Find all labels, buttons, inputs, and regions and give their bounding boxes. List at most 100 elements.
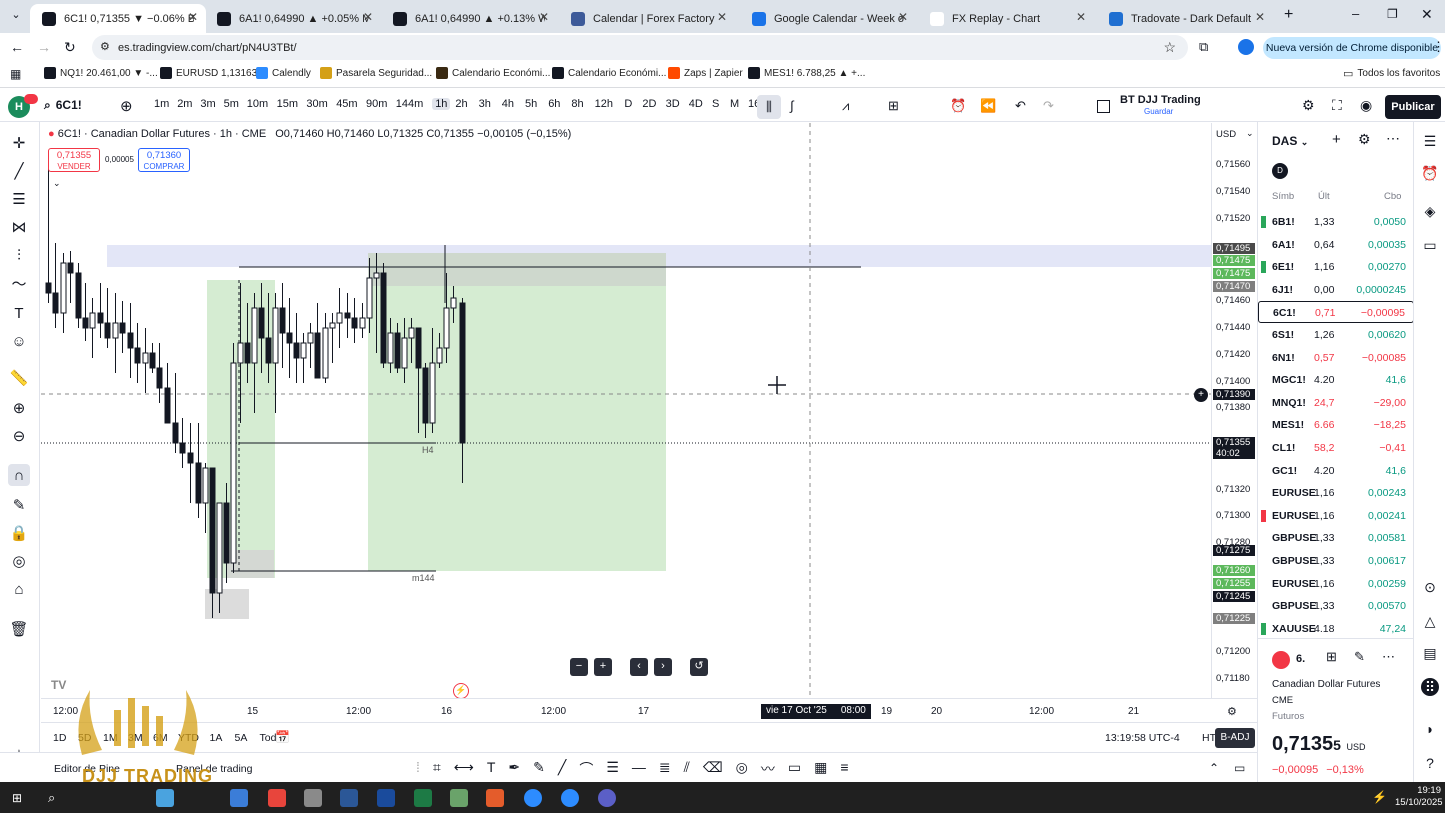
- watchlist-row[interactable]: GC1! 4.20 41,6: [1258, 460, 1414, 482]
- settings-icon[interactable]: ⚙: [1302, 97, 1315, 114]
- profile-icon[interactable]: [1238, 39, 1254, 55]
- curve-icon[interactable]: ⌒: [579, 759, 593, 779]
- tab-search-icon[interactable]: ⌄: [8, 8, 24, 24]
- interval-1m[interactable]: 1m: [154, 98, 169, 110]
- publish-button[interactable]: Publicar: [1385, 95, 1441, 119]
- messenger-icon[interactable]: [598, 789, 616, 807]
- bookmark-item[interactable]: Zaps | Zapier: [668, 67, 743, 79]
- comment-icon[interactable]: ▭: [788, 759, 801, 779]
- brush-quick-icon[interactable]: ✎: [533, 759, 545, 779]
- emoji-tool-icon[interactable]: ☺: [8, 330, 30, 352]
- interval-5h[interactable]: 5h: [525, 98, 537, 110]
- tab-close-icon[interactable]: ✕: [1076, 10, 1086, 24]
- indicators-icon[interactable]: ∫: [790, 98, 794, 113]
- browser-tab[interactable]: 6A1! 0,64990 ▲ +0.13% WS ✕: [381, 4, 557, 33]
- layout-name[interactable]: BT DJJ Trading Guardar: [1120, 95, 1201, 117]
- line-quick-icon[interactable]: ╱: [558, 759, 566, 779]
- watchlist-row[interactable]: 6S1! 1,26 0,00620: [1258, 324, 1414, 346]
- explorer-icon[interactable]: [304, 789, 322, 807]
- interval-2m[interactable]: 2m: [177, 98, 192, 110]
- watchlist-settings-icon[interactable]: ⚙: [1358, 131, 1371, 148]
- forward-icon[interactable]: →: [37, 39, 51, 55]
- minimize-icon[interactable]: –: [1352, 6, 1359, 21]
- interval-M[interactable]: M: [730, 98, 739, 110]
- stay-drawing-icon[interactable]: ✎: [8, 494, 30, 516]
- bookmark-item[interactable]: Calendario Económi...: [552, 67, 666, 79]
- interval-4D[interactable]: 4D: [689, 98, 703, 110]
- lock-icon[interactable]: 🔒: [8, 522, 30, 544]
- target-icon[interactable]: ◎: [736, 759, 748, 779]
- eraser-icon[interactable]: ⌫: [703, 759, 723, 779]
- watchlist-row[interactable]: 6B1! 1,33 0,0050: [1258, 211, 1414, 233]
- collapse-panel-icon[interactable]: ⌃: [1209, 761, 1219, 775]
- col-change[interactable]: Cbo: [1384, 191, 1401, 202]
- collapse-legend-icon[interactable]: ⌄: [53, 178, 61, 189]
- trendline-tool-icon[interactable]: ╱: [8, 160, 30, 182]
- crop-icon[interactable]: ⌗: [433, 759, 441, 779]
- ruler-tool-icon[interactable]: 📏: [8, 367, 30, 389]
- back-icon[interactable]: ←: [10, 39, 24, 55]
- ideas-icon[interactable]: △: [1421, 612, 1439, 630]
- calculator-app-icon[interactable]: [340, 789, 358, 807]
- layers-icon[interactable]: ◈: [1421, 202, 1439, 220]
- detail-name[interactable]: Canadian Dollar Futures: [1272, 679, 1380, 690]
- office-icon[interactable]: [486, 789, 504, 807]
- chrome-menu-icon[interactable]: ⋮: [1432, 39, 1445, 55]
- replay-icon[interactable]: ⏪: [980, 98, 996, 114]
- alerts-icon[interactable]: ⏰: [1421, 164, 1439, 182]
- interval-30m[interactable]: 30m: [306, 98, 327, 110]
- clock-label[interactable]: 13:19:58 UTC-4: [1105, 732, 1180, 744]
- zoom-icon[interactable]: [561, 789, 579, 807]
- interval-45m[interactable]: 45m: [336, 98, 357, 110]
- crosshair-add-icon[interactable]: +: [1194, 388, 1208, 402]
- pen-icon[interactable]: ✒: [508, 759, 520, 779]
- text-tool-icon[interactable]: T: [8, 302, 30, 324]
- parallel-icon[interactable]: ☰: [606, 759, 619, 779]
- goto-date-icon[interactable]: 📅: [275, 730, 290, 744]
- wave-icon[interactable]: 〰: [761, 759, 775, 779]
- snapshot-icon[interactable]: ◉: [1360, 97, 1372, 114]
- reload-icon[interactable]: ↻: [64, 39, 76, 56]
- trash-icon[interactable]: 🗑: [8, 618, 30, 640]
- zoom-out-icon[interactable]: ⊖: [8, 425, 30, 447]
- chrome-icon[interactable]: [268, 789, 286, 807]
- site-info-icon[interactable]: ⚙: [100, 40, 110, 53]
- layout-grid-icon[interactable]: ⊞: [888, 98, 899, 114]
- timescale-settings-icon[interactable]: ⚙: [1227, 705, 1237, 718]
- maximize-panel-icon[interactable]: ▭: [1234, 761, 1245, 775]
- detail-edit-icon[interactable]: ✎: [1354, 649, 1365, 665]
- watchlist-row[interactable]: MES1! 6.66 −18,25: [1258, 414, 1414, 436]
- interval-15m[interactable]: 15m: [277, 98, 298, 110]
- fullscreen-icon[interactable]: ⛶: [1332, 97, 1342, 114]
- zoom-in-button[interactable]: +: [594, 658, 612, 676]
- chrome-update-button[interactable]: Nueva versión de Chrome disponible: [1263, 37, 1441, 59]
- redo-icon[interactable]: ↷: [1043, 98, 1054, 114]
- magnet-icon[interactable]: ∩: [8, 464, 30, 486]
- address-bar[interactable]: ⚙ es.tradingview.com/chart/pN4U3TBt/ ☆: [92, 35, 1188, 60]
- zoom-out-button[interactable]: −: [570, 658, 588, 676]
- buy-button[interactable]: 0,71360 COMPRAR: [138, 148, 190, 172]
- watchlist-row[interactable]: CL1! 58,2 −0,41: [1258, 437, 1414, 459]
- price-scale[interactable]: USD ⌄ 0,71560 0,71540 0,71520 0,71460 0,7144…: [1211, 123, 1257, 698]
- help-icon[interactable]: ?: [1421, 754, 1439, 772]
- taskbar-search-icon[interactable]: ⌕: [48, 790, 55, 806]
- network-icon[interactable]: ⚡: [1372, 790, 1387, 804]
- bookmark-item[interactable]: Pasarela Seguridad...: [320, 67, 432, 79]
- start-icon[interactable]: ⊞: [12, 791, 26, 805]
- bookmark-item[interactable]: EURUSD 1,13163: [160, 67, 257, 79]
- tab-close-icon[interactable]: ✕: [1255, 10, 1265, 24]
- interval-3D[interactable]: 3D: [666, 98, 680, 110]
- fib-quick-icon[interactable]: ≣: [659, 759, 671, 779]
- interval-10m[interactable]: 10m: [247, 98, 268, 110]
- d-badge[interactable]: D: [1272, 163, 1288, 179]
- stream-icon[interactable]: ◗: [1421, 720, 1439, 738]
- watchlist-row[interactable]: EURUSE 1,16 0,00243: [1258, 482, 1414, 504]
- object-tree-icon[interactable]: ⌂: [8, 578, 30, 600]
- compare-add-icon[interactable]: ⊕: [120, 97, 133, 115]
- watchlist-row[interactable]: MGC1! 4.20 41,6: [1258, 369, 1414, 391]
- watchlist-row[interactable]: 6A1! 0,64 0,00035: [1258, 234, 1414, 256]
- chat-icon[interactable]: ▭: [1421, 236, 1439, 254]
- undo-icon[interactable]: ↶: [1015, 98, 1026, 114]
- tab-close-icon[interactable]: ✕: [717, 10, 727, 24]
- browser-tab[interactable]: Calendar | Forex Factory ✕: [559, 4, 735, 33]
